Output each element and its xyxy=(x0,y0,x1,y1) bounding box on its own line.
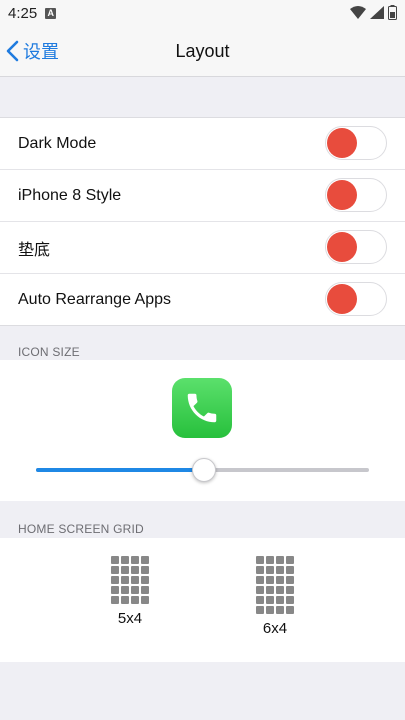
toggle-row-dock-bottom: 垫底 xyxy=(0,221,405,273)
grid-cell xyxy=(131,596,139,604)
grid-cell xyxy=(121,556,129,564)
grid-cell xyxy=(111,566,119,574)
grid-cell xyxy=(131,556,139,564)
toggle-row-auto-rearrange: Auto Rearrange Apps xyxy=(0,273,405,325)
grid-cell xyxy=(286,576,294,584)
grid-cell xyxy=(141,586,149,594)
toggle-label: 垫底 xyxy=(18,241,51,259)
grid-cell xyxy=(276,556,284,564)
grid-cell xyxy=(256,596,264,604)
grid-cell xyxy=(266,566,274,574)
grid-cell xyxy=(121,566,129,574)
grid-cell xyxy=(111,576,119,584)
grid-cell xyxy=(141,556,149,564)
grid-cell xyxy=(131,566,139,574)
toggle-label: Auto Rearrange Apps xyxy=(18,290,171,308)
icon-size-header: ICON SIZE xyxy=(18,345,80,359)
switch-knob xyxy=(327,128,357,158)
slider-fill xyxy=(36,468,203,472)
status-bar: 4:25 A xyxy=(0,0,405,26)
icon-size-slider[interactable] xyxy=(36,458,369,482)
grid-cell xyxy=(256,606,264,614)
home-grid-panel: 5x4 6x4 xyxy=(0,538,405,662)
toggle-list: Dark Mode iPhone 8 Style 垫底 Auto Rearran… xyxy=(0,117,405,326)
grid-cell xyxy=(111,556,119,564)
grid-cell xyxy=(256,586,264,594)
switch-knob xyxy=(327,284,357,314)
icon-size-panel xyxy=(0,360,405,501)
grid-cell xyxy=(121,576,129,584)
grid-cell xyxy=(266,596,274,604)
grid-cell xyxy=(276,596,284,604)
grid-6x4-icon xyxy=(245,556,305,614)
grid-cell xyxy=(286,556,294,564)
grid-5x4-icon xyxy=(100,556,160,604)
grid-cell xyxy=(131,576,139,584)
phone-app-icon xyxy=(172,378,232,438)
grid-cell xyxy=(131,586,139,594)
back-label: 设置 xyxy=(23,42,59,62)
grid-cell xyxy=(276,606,284,614)
grid-cell xyxy=(111,586,119,594)
dark-mode-switch[interactable] xyxy=(325,126,387,160)
wifi-icon xyxy=(350,6,366,19)
grid-cell xyxy=(286,596,294,604)
grid-option-6x4[interactable]: 6x4 xyxy=(245,556,305,637)
grid-cell xyxy=(276,586,284,594)
dock-bottom-switch[interactable] xyxy=(325,230,387,264)
switch-knob xyxy=(327,180,357,210)
grid-cell xyxy=(111,596,119,604)
page-title: Layout xyxy=(175,41,230,61)
grid-cell xyxy=(121,596,129,604)
back-button[interactable]: 设置 xyxy=(6,37,59,65)
chevron-left-icon xyxy=(6,40,19,62)
phone-icon xyxy=(187,393,217,423)
signal-icon xyxy=(370,6,384,19)
grid-cell xyxy=(266,576,274,584)
grid-label: 6x4 xyxy=(262,620,288,637)
grid-cell xyxy=(256,566,264,574)
grid-cell xyxy=(286,566,294,574)
grid-label: 5x4 xyxy=(117,610,143,627)
toggle-label: iPhone 8 Style xyxy=(18,186,122,204)
grid-cell xyxy=(276,566,284,574)
grid-cell xyxy=(256,576,264,584)
grid-cell xyxy=(266,606,274,614)
grid-cell xyxy=(286,586,294,594)
grid-cell xyxy=(276,576,284,584)
slider-thumb[interactable] xyxy=(191,458,216,482)
switch-knob xyxy=(327,232,357,262)
grid-cell xyxy=(266,556,274,564)
iphone8-style-switch[interactable] xyxy=(325,178,387,212)
grid-cell xyxy=(286,606,294,614)
home-grid-header: HOME SCREEN GRID xyxy=(18,522,144,536)
toggle-label: Dark Mode xyxy=(18,134,97,152)
toggle-row-dark-mode: Dark Mode xyxy=(0,118,405,169)
status-icons xyxy=(350,5,397,20)
grid-cell xyxy=(256,556,264,564)
toggle-row-iphone8-style: iPhone 8 Style xyxy=(0,169,405,221)
grid-cell xyxy=(266,586,274,594)
auto-rearrange-switch[interactable] xyxy=(325,282,387,316)
grid-cell xyxy=(141,576,149,584)
grid-cell xyxy=(141,596,149,604)
status-time: 4:25 xyxy=(8,4,38,22)
grid-cell xyxy=(121,586,129,594)
grid-option-5x4[interactable]: 5x4 xyxy=(100,556,160,627)
grid-cell xyxy=(141,566,149,574)
battery-icon xyxy=(388,5,397,20)
navigation-bar: Layout 设置 xyxy=(0,26,405,77)
notification-icon: A xyxy=(45,7,57,19)
